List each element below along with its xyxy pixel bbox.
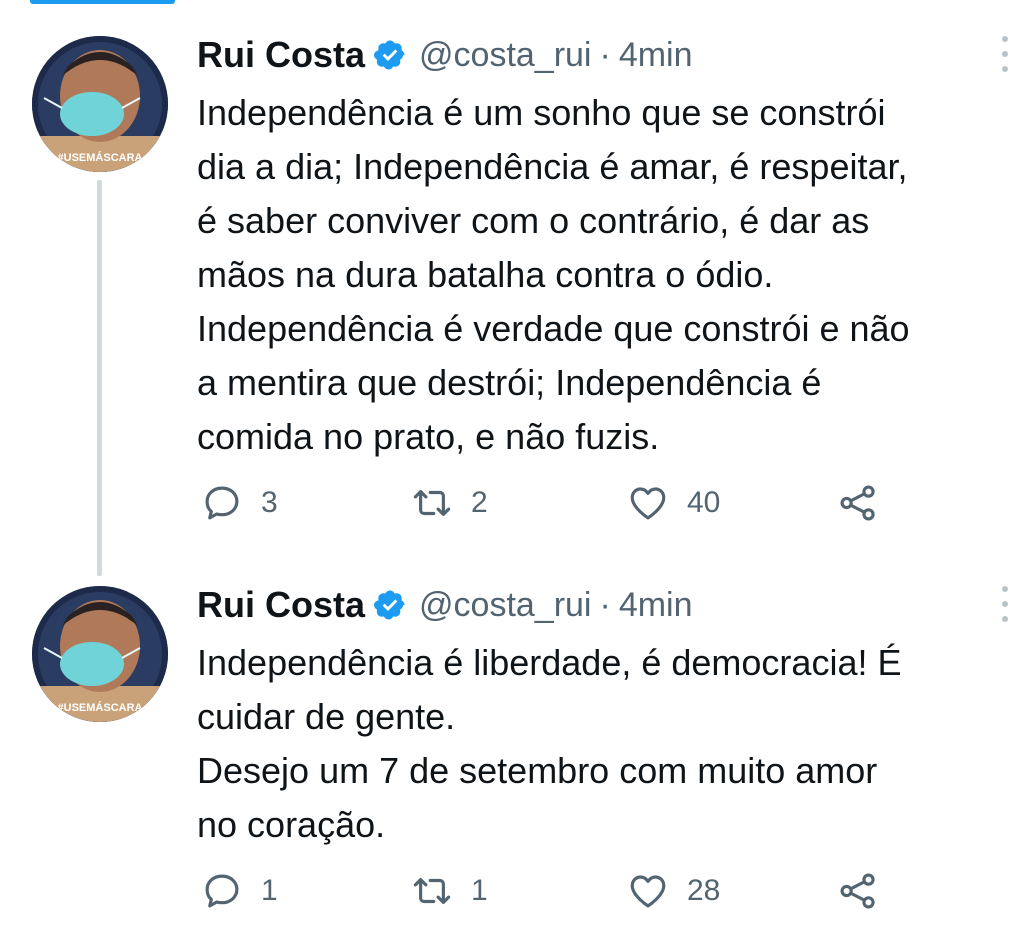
retweet-count: 1 bbox=[471, 874, 488, 907]
more-vertical-icon[interactable] bbox=[1000, 36, 1010, 72]
reply-icon bbox=[205, 874, 239, 908]
author-handle[interactable]: @costa_rui bbox=[419, 36, 591, 75]
like-button[interactable]: 40 bbox=[627, 478, 720, 528]
avatar-image: #USEMÁSCARA bbox=[32, 36, 168, 172]
avatar[interactable]: #USEMÁSCARA bbox=[32, 36, 168, 172]
reply-icon bbox=[205, 486, 239, 520]
like-button[interactable]: 28 bbox=[627, 866, 720, 916]
avatar[interactable]: #USEMÁSCARA bbox=[32, 586, 168, 722]
author-handle[interactable]: @costa_rui bbox=[419, 586, 591, 625]
share-button[interactable] bbox=[837, 478, 879, 528]
more-vertical-icon[interactable] bbox=[1000, 586, 1010, 622]
heart-icon bbox=[630, 875, 666, 908]
separator-dot: · bbox=[599, 35, 611, 74]
author-name[interactable]: Rui Costa bbox=[197, 584, 365, 626]
author-name[interactable]: Rui Costa bbox=[197, 34, 365, 76]
like-count: 28 bbox=[687, 874, 721, 907]
tweet-actions: 3 2 40 bbox=[197, 478, 897, 528]
reply-button[interactable]: 3 bbox=[201, 478, 278, 528]
retweet-button[interactable]: 1 bbox=[411, 866, 488, 916]
thread-connector-line bbox=[97, 180, 102, 576]
tweet[interactable]: #USEMÁSCARA Rui Costa @costa_rui · 4min … bbox=[0, 30, 1024, 576]
reply-button[interactable]: 1 bbox=[201, 866, 278, 916]
verified-badge-icon bbox=[373, 38, 407, 72]
tweet-header: Rui Costa @costa_rui · 4min bbox=[197, 30, 693, 80]
separator-dot: · bbox=[599, 585, 611, 624]
avatar-image: #USEMÁSCARA bbox=[32, 586, 168, 722]
share-button[interactable] bbox=[837, 866, 879, 916]
tweet-timestamp[interactable]: 4min bbox=[619, 586, 693, 625]
retweet-count: 2 bbox=[471, 486, 488, 519]
tweet-header: Rui Costa @costa_rui · 4min bbox=[197, 580, 693, 630]
share-icon bbox=[840, 873, 875, 909]
tweet-actions: 1 1 28 bbox=[197, 866, 897, 916]
avatar-badge-text: #USEMÁSCARA bbox=[58, 701, 143, 714]
tweet-timestamp[interactable]: 4min bbox=[619, 36, 693, 75]
tweet[interactable]: #USEMÁSCARA Rui Costa @costa_rui · 4min … bbox=[0, 580, 1024, 940]
verified-badge-icon bbox=[373, 588, 407, 622]
retweet-icon bbox=[413, 490, 451, 516]
reply-count: 1 bbox=[261, 874, 278, 907]
share-icon bbox=[840, 485, 875, 521]
avatar-badge-text: #USEMÁSCARA bbox=[58, 151, 143, 164]
heart-icon bbox=[630, 487, 666, 520]
retweet-icon bbox=[413, 878, 451, 904]
tweet-text: Independência é um sonho que se constrói… bbox=[197, 92, 910, 457]
retweet-button[interactable]: 2 bbox=[411, 478, 488, 528]
reply-count: 3 bbox=[261, 486, 278, 519]
like-count: 40 bbox=[687, 486, 721, 519]
tweet-text: Independência é liberdade, é democracia!… bbox=[197, 642, 902, 845]
tweet-thread: #USEMÁSCARA Rui Costa @costa_rui · 4min … bbox=[0, 0, 1024, 940]
